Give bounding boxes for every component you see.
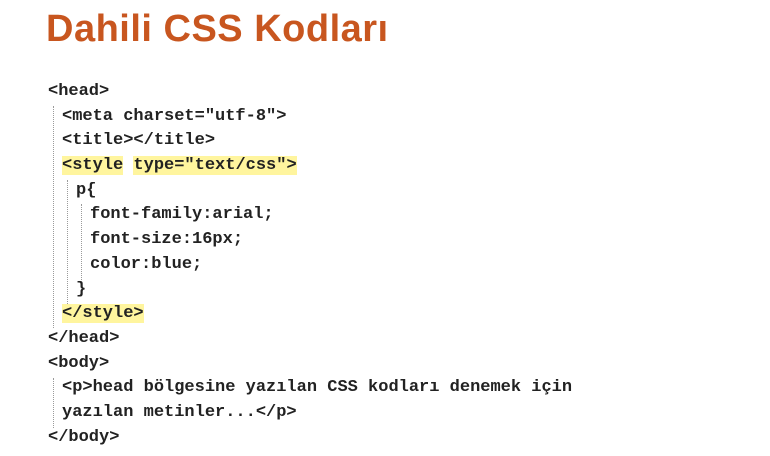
code-line-head-close: </head> xyxy=(48,328,120,348)
code-line-meta: <meta charset="utf-8"> xyxy=(62,106,287,126)
code-line-head-open: <head> xyxy=(48,82,110,101)
highlight-style-close: </style> xyxy=(62,304,144,324)
code-line-body-open: <body> xyxy=(48,353,110,373)
slide: Dahili CSS Kodları <head> <meta charset=… xyxy=(0,0,770,456)
code-line-font-size: font-size:16px; xyxy=(90,230,244,250)
code-line-body-close: </body> xyxy=(48,427,120,447)
highlight-style-tag: <style xyxy=(62,156,124,176)
code-block: <head> <meta charset="utf-8"> <title></t… xyxy=(48,80,572,450)
code-line-style-open: <style type="text/css"> xyxy=(48,154,572,179)
code-line-title: <title></title> xyxy=(62,131,216,151)
code-line-selector: p{ xyxy=(76,180,97,200)
code-line-style-close: </style> xyxy=(48,302,572,327)
code-line-paragraph-cont: yazılan metinler...</p> xyxy=(62,402,297,422)
code-line-color: color:blue; xyxy=(90,254,203,274)
highlight-style-type: type="text/css"> xyxy=(133,156,297,176)
code-line-font-family: font-family:arial; xyxy=(90,205,274,225)
slide-title: Dahili CSS Kodları xyxy=(46,8,389,50)
code-line-paragraph: <p>head bölgesine yazılan CSS kodları de… xyxy=(62,378,573,398)
code-line-rule-close: } xyxy=(76,279,87,299)
